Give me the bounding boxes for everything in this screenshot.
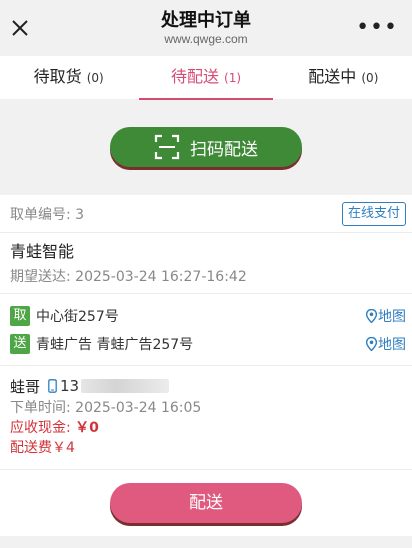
tab-pending-delivery[interactable]: 待配送 (1) xyxy=(137,56,274,100)
cash-due: 应收现金: ￥0 xyxy=(10,418,402,438)
tab-bar: 待取货 (0) 待配送 (1) 配送中 (0) xyxy=(0,56,412,100)
order-card: 取单编号: 3 在线支付 青蛙智能 期望送达: 2025-03-24 16:27… xyxy=(0,195,412,536)
tab-label: 配送中 xyxy=(308,67,357,86)
tab-label: 待配送 xyxy=(170,67,219,86)
pickup-address-row: 取 中心街257号 地图 xyxy=(10,302,406,330)
location-pin-icon xyxy=(366,337,377,351)
page-title: 处理中订单 xyxy=(161,10,251,31)
deliver-button[interactable]: 配送 xyxy=(110,483,302,523)
scan-area: 扫码配送 xyxy=(0,99,412,195)
tab-count: (0) xyxy=(361,71,379,85)
location-pin-icon xyxy=(366,309,377,323)
delivery-fee: 配送费￥4 xyxy=(10,440,75,456)
online-pay-badge[interactable]: 在线支付 xyxy=(341,201,406,226)
bottom-action: 配送 xyxy=(0,470,412,536)
page-subtitle: www.qwge.com xyxy=(164,32,248,46)
scan-delivery-button[interactable]: 扫码配送 xyxy=(110,127,302,167)
order-time: 下单时间: 2025-03-24 16:05 xyxy=(10,400,202,416)
tab-delivering[interactable]: 配送中 (0) xyxy=(275,56,412,99)
title-block: 处理中订单 www.qwge.com xyxy=(161,10,251,46)
shop-name: 青蛙智能 xyxy=(10,242,75,261)
scan-button-label: 扫码配送 xyxy=(190,139,258,160)
customer-row: 蛙哥 13 xyxy=(10,374,402,398)
tab-pending-pickup[interactable]: 待取货 (0) xyxy=(0,56,137,99)
customer-block: 蛙哥 13 下单时间: 2025-03-24 16:05 应收现金: ￥0 配送… xyxy=(0,366,412,470)
tab-count: (0) xyxy=(86,71,104,85)
pickup-tag: 取 xyxy=(10,306,30,326)
delivery-tag: 送 xyxy=(10,334,30,354)
address-block: 取 中心街257号 地图 送 青蛙广告 青蛙广告257号 地图 xyxy=(0,294,412,366)
header: 处理中订单 www.qwge.com ••• xyxy=(0,0,412,56)
map-label: 地图 xyxy=(378,337,406,353)
pickup-address: 中心街257号 xyxy=(36,309,119,325)
cash-label: 应收现金: xyxy=(10,420,76,436)
mobile-phone-icon xyxy=(48,379,57,393)
tab-count: (1) xyxy=(224,71,242,85)
tab-label: 待取货 xyxy=(33,67,82,86)
scan-icon xyxy=(154,134,180,160)
delivery-map-link[interactable]: 地图 xyxy=(366,334,406,354)
pickup-number: 取单编号: 3 xyxy=(10,206,85,223)
map-label: 地图 xyxy=(378,309,406,325)
order-header: 取单编号: 3 在线支付 xyxy=(0,195,412,233)
expected-time: 期望送达: 2025-03-24 16:27-16:42 xyxy=(10,269,247,285)
customer-phone[interactable]: 13 xyxy=(60,377,79,395)
pickup-map-link[interactable]: 地图 xyxy=(366,306,406,326)
more-icon[interactable]: ••• xyxy=(356,17,398,39)
delivery-address-row: 送 青蛙广告 青蛙广告257号 地图 xyxy=(10,330,406,358)
customer-name: 蛙哥 xyxy=(10,377,41,396)
phone-redaction xyxy=(81,379,170,393)
close-icon[interactable] xyxy=(10,18,30,38)
cash-value: ￥0 xyxy=(75,420,99,436)
shop-info: 青蛙智能 期望送达: 2025-03-24 16:27-16:42 xyxy=(0,233,412,294)
delivery-address: 青蛙广告 青蛙广告257号 xyxy=(36,337,194,353)
